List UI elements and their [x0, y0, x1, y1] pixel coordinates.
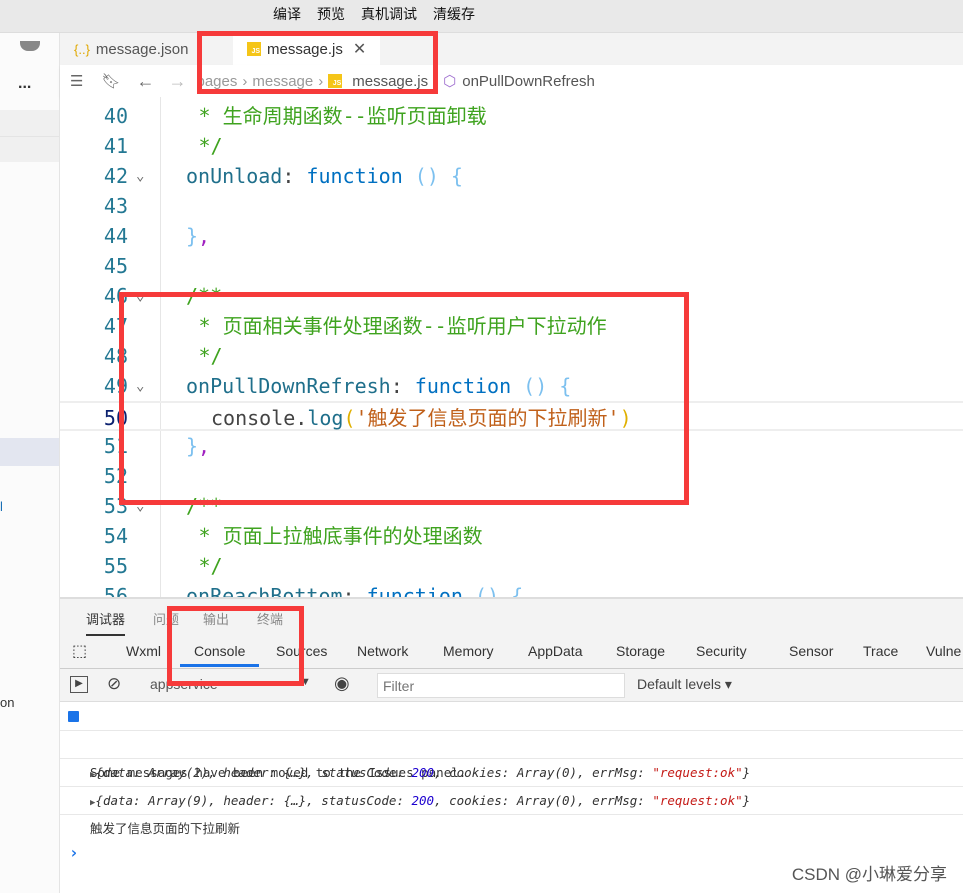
forward-icon[interactable]: → [169, 71, 187, 92]
method-icon: ⬡ [443, 73, 457, 90]
code-token: , [198, 224, 211, 248]
sidebar-row[interactable] [0, 110, 59, 136]
watermark: CSDN @小琳爱分享 [791, 865, 947, 884]
line-number: 51 [103, 434, 128, 458]
code-line[interactable]: 44}, [60, 221, 963, 251]
highlight-box-console [167, 606, 304, 686]
sidebar-toggle-icon[interactable]: ▶ [70, 676, 88, 693]
outline-icon[interactable]: ☰ [70, 72, 83, 90]
console-info-message: Some messages have been moved to the Iss… [60, 703, 963, 780]
sidebar-row[interactable] [0, 136, 59, 162]
code-token: : [282, 164, 307, 188]
tab-sensor[interactable]: Sensor [789, 643, 833, 659]
tab-security[interactable]: Security [696, 643, 747, 659]
sidebar-row-selected[interactable] [0, 438, 59, 466]
code-token: } [186, 224, 199, 248]
tab-message-json[interactable]: {..} message.json [70, 33, 188, 65]
crumb-symbol[interactable]: onPullDownRefresh [462, 73, 595, 90]
tab-wxml[interactable]: Wxml [126, 643, 161, 659]
code-token: * 生命周期函数--监听页面卸载 [198, 104, 487, 128]
line-number: 49 [103, 374, 128, 398]
code-token: */ [198, 134, 223, 158]
top-toolbar: 编译 预览 真机调试 清缓存 [0, 0, 963, 33]
remote-debug-button[interactable]: 真机调试 [361, 4, 417, 24]
code-line[interactable]: 55 */ [60, 551, 963, 581]
code-line[interactable]: 41 */ [60, 131, 963, 161]
line-number: 46 [103, 284, 128, 308]
tab-storage[interactable]: Storage [616, 643, 665, 659]
highlight-box-tab [197, 31, 438, 94]
line-number: 43 [103, 194, 128, 218]
line-number: 42 [103, 164, 128, 188]
line-number: 50 [103, 406, 128, 430]
code-token: * 页面上拉触底事件的处理函数 [198, 524, 483, 548]
clear-cache-button[interactable]: 清缓存 [433, 4, 475, 24]
code-token: : [342, 584, 367, 597]
line-number: 52 [103, 464, 128, 488]
line-number: 53 [103, 494, 128, 518]
sidebar-fragment: on [0, 695, 15, 710]
code-token: function [306, 164, 403, 188]
docker-icon[interactable] [20, 41, 40, 51]
code-token: () { [462, 584, 524, 597]
compile-button[interactable]: 编译 [273, 4, 301, 24]
code-token: function [366, 584, 463, 597]
preview-button[interactable]: 预览 [317, 4, 345, 24]
fold-chevron-icon[interactable]: ⌄ [136, 161, 144, 191]
eye-icon[interactable]: ◉ [334, 673, 350, 694]
code-token: onReachBottom [186, 584, 343, 597]
console-prompt[interactable]: › [60, 811, 963, 862]
tab-network[interactable]: Network [357, 643, 408, 659]
bookmark-icon[interactable]: 🔖︎ [101, 72, 120, 90]
code-token: () { [402, 164, 463, 188]
code-token: */ [198, 554, 223, 578]
line-number: 41 [103, 134, 128, 158]
filter-input[interactable] [377, 673, 625, 698]
line-number: 40 [103, 104, 128, 128]
code-line[interactable]: 42 ⌄ onUnload: function () { [60, 161, 963, 191]
line-number: 55 [103, 554, 128, 578]
fold-chevron-icon[interactable]: ⌄ [136, 581, 144, 597]
code-line[interactable]: 54 * 页面上拉触底事件的处理函数 [60, 521, 963, 551]
code-line[interactable]: 43 [60, 191, 963, 221]
code-token: onUnload [186, 164, 283, 188]
more-button[interactable]: ... [18, 75, 31, 93]
clear-console-icon[interactable]: ⊘ [107, 674, 121, 694]
line-number: 54 [103, 524, 128, 548]
highlight-box-code [119, 292, 689, 505]
line-number: 45 [103, 254, 128, 278]
tab-vulne[interactable]: Vulne [926, 643, 961, 659]
sidebar: ... l on [0, 33, 60, 893]
message-icon [68, 711, 79, 722]
json-icon: {..} [74, 41, 90, 57]
breadcrumb: ☰ 🔖︎ ← → pages › message › JS message.js… [60, 65, 963, 97]
back-icon[interactable]: ← [137, 71, 155, 92]
console-object-row[interactable]: ▶{data: Array(2), header: {…}, statusCod… [60, 731, 963, 780]
code-line[interactable]: 45 [60, 251, 963, 281]
tab-trace[interactable]: Trace [863, 643, 898, 659]
line-number: 56 [103, 584, 128, 597]
code-line[interactable]: 56 ⌄ onReachBottom: function () { [60, 581, 963, 597]
inspect-icon[interactable]: ⬚ [72, 641, 87, 661]
code-line[interactable]: 40 * 生命周期函数--监听页面卸载 [60, 101, 963, 131]
sidebar-fragment: l [0, 499, 3, 514]
tab-appdata[interactable]: AppData [528, 643, 582, 659]
line-number: 44 [103, 224, 128, 248]
tab-memory[interactable]: Memory [443, 643, 494, 659]
levels-select[interactable]: Default levels ▾ [637, 676, 732, 693]
line-number: 48 [103, 344, 128, 368]
console-object-row[interactable]: ▶{data: Array(9), header: {…}, statusCod… [60, 759, 963, 808]
line-number: 47 [103, 314, 128, 338]
editor-tabs: {..} message.json JS message.js ✕ [60, 33, 963, 65]
tab-debugger[interactable]: 调试器 [86, 609, 126, 636]
